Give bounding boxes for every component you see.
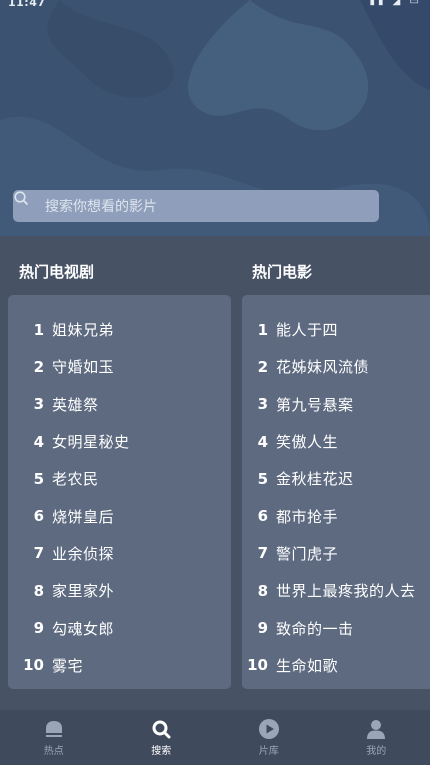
tab-library-label: 片库 bbox=[258, 746, 279, 757]
movie-title: 笑傲人生 bbox=[276, 433, 339, 452]
hot-icon bbox=[43, 718, 65, 740]
tv-show-title: 雾宅 bbox=[52, 656, 84, 675]
tv-show-item[interactable]: 10 雾宅 bbox=[8, 647, 231, 684]
hot-movies-panel: 1 能人于四 2 花姊妹风流债 3 第九号悬案 4 笑傲人生 5 金秋桂花迟 6 都市抢手 7 警门虎子 8… bbox=[242, 295, 430, 689]
tab-mine-label: 我的 bbox=[366, 746, 387, 757]
rank-number: 6 bbox=[257, 507, 268, 526]
tv-show-title: 女明星秘史 bbox=[52, 433, 130, 452]
hero-banner: 11:47 ▮▮ ◢ ▭ 搜索你想看的影片 bbox=[0, 0, 430, 236]
rank-number: 5 bbox=[33, 469, 44, 488]
movie-item[interactable]: 10 生命如歌 bbox=[242, 647, 430, 684]
status-time: 11:47 bbox=[8, 0, 46, 9]
movie-item[interactable]: 4 笑傲人生 bbox=[242, 423, 430, 460]
tv-show-title: 业余侦探 bbox=[52, 544, 115, 563]
rank-number: 10 bbox=[23, 656, 44, 675]
tab-search-label: 搜索 bbox=[151, 746, 172, 757]
tv-show-item[interactable]: 7 业余侦探 bbox=[8, 535, 231, 572]
tv-show-item[interactable]: 5 老农民 bbox=[8, 460, 231, 497]
tab-search[interactable]: 搜索 bbox=[108, 710, 216, 765]
movie-title: 金秋桂花迟 bbox=[276, 470, 354, 489]
tab-hot-label: 热点 bbox=[43, 746, 64, 757]
movie-title: 警门虎子 bbox=[276, 544, 339, 563]
movie-title: 世界上最疼我的人去 bbox=[276, 582, 416, 601]
rank-number: 6 bbox=[33, 507, 44, 526]
movie-title: 能人于四 bbox=[276, 321, 339, 340]
tv-show-item[interactable]: 2 守婚如玉 bbox=[8, 348, 231, 385]
rank-number: 10 bbox=[247, 656, 268, 675]
movie-title: 花姊妹风流债 bbox=[276, 358, 370, 377]
rank-number: 4 bbox=[257, 432, 268, 451]
movie-item[interactable]: 9 致命的一击 bbox=[242, 609, 430, 646]
movie-item[interactable]: 3 第九号悬案 bbox=[242, 386, 430, 423]
tab-mine[interactable]: 我的 bbox=[323, 710, 430, 765]
tv-show-title: 家里家外 bbox=[52, 582, 115, 601]
user-icon bbox=[365, 718, 387, 740]
status-bar: 11:47 ▮▮ ◢ ▭ bbox=[0, 0, 430, 14]
hot-movies-heading: 热门电影 bbox=[252, 263, 313, 281]
rank-number: 3 bbox=[33, 395, 44, 414]
movie-item[interactable]: 2 花姊妹风流债 bbox=[242, 348, 430, 385]
rank-number: 8 bbox=[33, 581, 44, 600]
tv-show-item[interactable]: 8 家里家外 bbox=[8, 572, 231, 609]
tv-show-item[interactable]: 1 姐妹兄弟 bbox=[8, 311, 231, 348]
search-placeholder: 搜索你想看的影片 bbox=[45, 199, 157, 215]
tv-show-title: 守婚如玉 bbox=[52, 358, 115, 377]
tv-show-item[interactable]: 6 烧饼皇后 bbox=[8, 497, 231, 534]
tab-library[interactable]: 片库 bbox=[215, 710, 323, 765]
hot-lists: 热门电视剧 热门电影 1 姐妹兄弟 2 守婚如玉 3 英雄祭 4 女明星秘史 5 老农民 6 烧饼皇后… bbox=[0, 236, 430, 710]
tv-show-title: 姐妹兄弟 bbox=[52, 321, 115, 340]
play-icon bbox=[258, 718, 280, 740]
movie-item[interactable]: 6 都市抢手 bbox=[242, 497, 430, 534]
tv-show-title: 英雄祭 bbox=[52, 395, 99, 414]
tv-show-item[interactable]: 4 女明星秘史 bbox=[8, 423, 231, 460]
movie-title: 生命如歌 bbox=[276, 656, 339, 675]
rank-number: 1 bbox=[33, 320, 44, 339]
tab-hot[interactable]: 热点 bbox=[0, 710, 108, 765]
rank-number: 7 bbox=[33, 544, 44, 563]
tv-show-title: 烧饼皇后 bbox=[52, 507, 115, 526]
rank-number: 4 bbox=[33, 432, 44, 451]
rank-number: 9 bbox=[33, 619, 44, 638]
rank-number: 2 bbox=[257, 357, 268, 376]
movie-title: 致命的一击 bbox=[276, 619, 354, 638]
tv-show-item[interactable]: 3 英雄祭 bbox=[8, 386, 231, 423]
status-icons: ▮▮ ◢ ▭ bbox=[369, 0, 422, 7]
search-icon bbox=[14, 191, 40, 214]
rank-number: 7 bbox=[257, 544, 268, 563]
rank-number: 1 bbox=[257, 320, 268, 339]
tv-show-title: 勾魂女郎 bbox=[52, 619, 115, 638]
movie-title: 都市抢手 bbox=[276, 507, 339, 526]
bottom-tab-bar: 热点 搜索 片库 我的 bbox=[0, 710, 430, 765]
movie-item[interactable]: 1 能人于四 bbox=[242, 311, 430, 348]
search-input[interactable]: 搜索你想看的影片 bbox=[13, 190, 379, 222]
hot-tv-heading: 热门电视剧 bbox=[19, 263, 95, 281]
hot-tv-panel: 1 姐妹兄弟 2 守婚如玉 3 英雄祭 4 女明星秘史 5 老农民 6 烧饼皇后 7 业余侦探 8 家里家外 9… bbox=[8, 295, 231, 689]
movie-title: 第九号悬案 bbox=[276, 395, 354, 414]
movie-item[interactable]: 8 世界上最疼我的人去 bbox=[242, 572, 430, 609]
rank-number: 3 bbox=[257, 395, 268, 414]
movie-item[interactable]: 5 金秋桂花迟 bbox=[242, 460, 430, 497]
search-icon bbox=[150, 718, 172, 740]
movie-item[interactable]: 7 警门虎子 bbox=[242, 535, 430, 572]
rank-number: 9 bbox=[257, 619, 268, 638]
tv-show-title: 老农民 bbox=[52, 470, 99, 489]
rank-number: 8 bbox=[257, 581, 268, 600]
rank-number: 2 bbox=[33, 357, 44, 376]
rank-number: 5 bbox=[257, 469, 268, 488]
tv-show-item[interactable]: 9 勾魂女郎 bbox=[8, 609, 231, 646]
